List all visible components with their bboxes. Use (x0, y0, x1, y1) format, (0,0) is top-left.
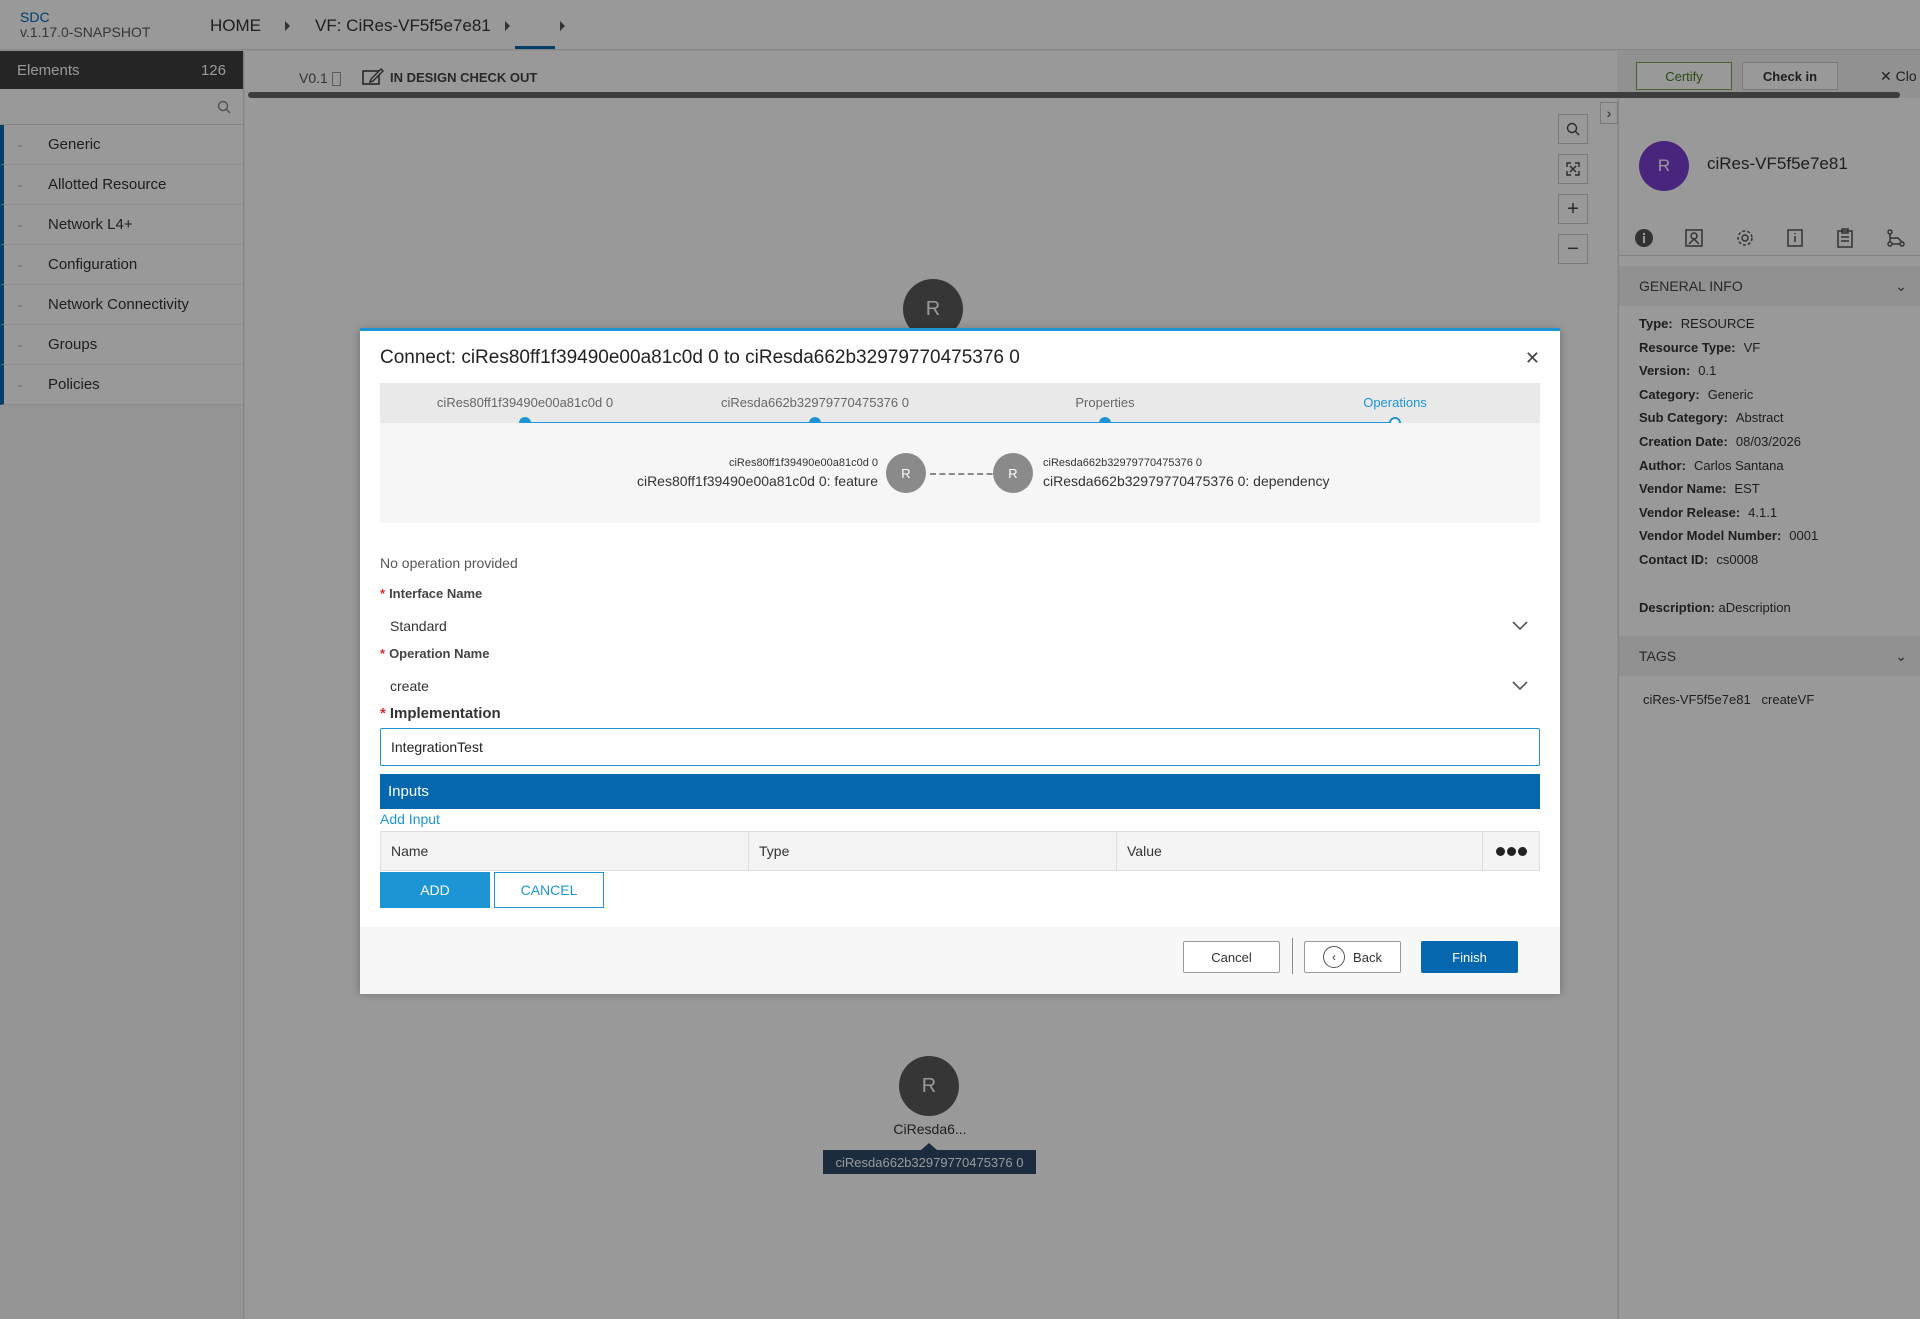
inputs-table-header: Name Type Value (380, 831, 1540, 871)
wizard-step-from[interactable]: ciRes80ff1f39490e00a81c0d 0 (437, 395, 613, 410)
chevron-left-icon: ‹ (1323, 946, 1346, 968)
interface-name-select[interactable]: Standard (380, 610, 1540, 642)
implementation-label: * Implementation (380, 705, 501, 722)
from-capability: ciRes80ff1f39490e00a81c0d 0: feature (636, 473, 878, 489)
interface-name-label: * Interface Name (380, 586, 483, 601)
chevron-down-icon (1512, 681, 1528, 691)
cancel-input-button[interactable]: CANCEL (494, 872, 604, 908)
interface-name-value: Standard (390, 618, 447, 634)
finish-button[interactable]: Finish (1421, 941, 1518, 973)
no-operation-text: No operation provided (380, 555, 518, 571)
column-header-name: Name (381, 832, 749, 870)
more-options-icon[interactable] (1483, 832, 1539, 870)
wizard-step-properties[interactable]: Properties (1075, 395, 1134, 410)
operation-name-select[interactable]: create (380, 670, 1540, 702)
to-node-name: ciResda662b32979770475376 0 (1043, 457, 1203, 469)
add-button[interactable]: ADD (380, 872, 490, 908)
operation-name-value: create (390, 678, 429, 694)
wizard-step-operations[interactable]: Operations (1363, 395, 1427, 410)
from-node-name: ciRes80ff1f39490e00a81c0d 0 (728, 457, 878, 469)
relation-line (930, 473, 1002, 475)
connect-dialog: Connect: ciRes80ff1f39490e00a81c0d 0 to … (360, 328, 1560, 994)
wizard-steps: ciRes80ff1f39490e00a81c0d 0 ciResda662b3… (380, 383, 1540, 429)
to-requirement: ciResda662b32979770475376 0: dependency (1043, 473, 1330, 489)
inputs-section-header: Inputs (380, 774, 1540, 809)
column-header-type: Type (749, 832, 1117, 870)
close-icon[interactable]: ✕ (1525, 349, 1540, 367)
back-button[interactable]: ‹ Back (1304, 941, 1401, 973)
chevron-down-icon (1512, 621, 1528, 631)
footer-divider (1292, 938, 1293, 974)
dialog-title: Connect: ciRes80ff1f39490e00a81c0d 0 to … (380, 347, 1020, 368)
to-node-icon: R (993, 453, 1033, 493)
operation-name-label: * Operation Name (380, 646, 490, 661)
relation-summary: ciRes80ff1f39490e00a81c0d 0 ciRes80ff1f3… (380, 423, 1540, 523)
from-node-icon: R (886, 453, 926, 493)
dialog-footer: Cancel ‹ Back Finish (360, 926, 1560, 994)
add-input-link[interactable]: Add Input (380, 811, 440, 827)
wizard-step-to[interactable]: ciResda662b32979770475376 0 (721, 395, 909, 410)
column-header-value: Value (1117, 832, 1483, 870)
back-label: Back (1353, 949, 1382, 965)
implementation-input[interactable] (380, 728, 1540, 766)
cancel-button[interactable]: Cancel (1183, 941, 1280, 973)
